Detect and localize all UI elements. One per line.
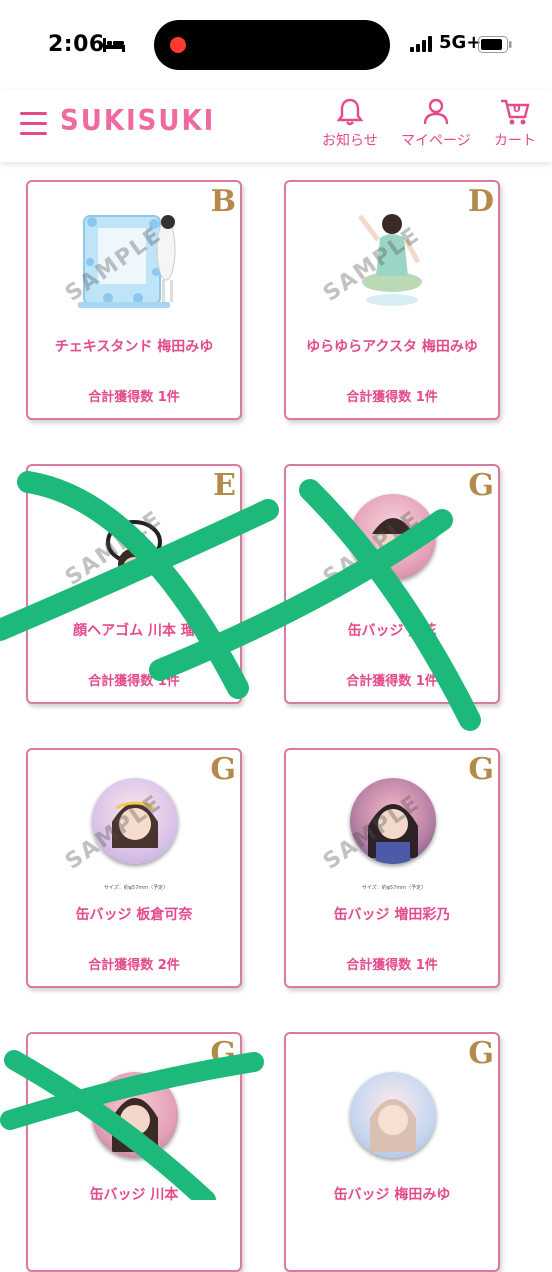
notifications-button[interactable]: お知らせ — [322, 98, 378, 150]
product-name: チェキスタンド 梅田みゆ — [54, 339, 214, 355]
product-name: ゆらゆらアクスタ 梅田みゆ — [306, 339, 478, 355]
logo[interactable]: SUKISUKI — [60, 105, 215, 138]
recording-indicator-icon — [170, 37, 186, 53]
sleep-icon — [103, 38, 125, 52]
product-name: 顔ヘアゴム 川本 瑠 — [73, 623, 195, 639]
product-card[interactable]: B SAMPLE チェキスタンド 梅田みゆ 合計獲得数 1件 — [26, 180, 242, 420]
clock: 2:06 — [48, 32, 105, 57]
battery-icon — [478, 36, 512, 53]
cart-label: カート — [494, 133, 536, 149]
grade-label: G — [468, 468, 494, 503]
mypage-button[interactable]: マイページ — [401, 98, 471, 150]
notifications-label: お知らせ — [322, 133, 378, 149]
product-card[interactable]: D SAMPLE ゆらゆらアクスタ 梅田みゆ 合計獲得数 1件 — [284, 180, 500, 420]
network-type: 5G+ — [439, 32, 482, 53]
grade-label: G — [468, 1036, 494, 1071]
product-name: 缶バッジ 増田彩乃 — [333, 907, 451, 923]
acquired-count: 合計獲得数 2件 — [88, 958, 180, 973]
product-card[interactable]: G SAMPLE サイズ：約φ57mm（予定） 缶バッジ 増田彩乃 合計獲得数 … — [284, 748, 500, 988]
product-card[interactable]: G 缶バッジ 川本 — [26, 1032, 242, 1272]
cart-count-badge: 0 — [513, 102, 521, 115]
grade-label: G — [468, 752, 494, 787]
acquired-count: 合計獲得数 1件 — [346, 390, 438, 405]
app-header: SUKISUKI お知らせ マイページ 0 カート — [0, 90, 552, 162]
bell-icon — [336, 98, 363, 126]
dynamic-island — [154, 20, 390, 70]
status-bar: 2:06 5G+ — [0, 0, 552, 90]
signal-icon — [410, 36, 432, 52]
acquired-count: 合計獲得数 1件 — [346, 674, 438, 689]
product-image — [336, 1054, 452, 1162]
grade-label: B — [210, 184, 236, 219]
user-icon — [423, 98, 449, 125]
product-name: 缶バッジ 愛花 — [347, 623, 437, 639]
grade-label: E — [213, 468, 236, 503]
acquired-count: 合計獲得数 1件 — [88, 674, 180, 689]
grade-label: G — [210, 752, 236, 787]
product-card[interactable]: G 缶バッジ 梅田みゆ — [284, 1032, 500, 1272]
grade-label: G — [210, 1036, 236, 1071]
mypage-label: マイページ — [401, 133, 471, 149]
size-note: サイズ：約φ57mm（予定） — [361, 885, 427, 891]
product-name: 缶バッジ 川本 — [89, 1187, 179, 1203]
product-card[interactable]: E SAMPLE 顔ヘアゴム 川本 瑠 合計獲得数 1件 — [26, 464, 242, 704]
size-note: サイズ：約φ57mm（予定） — [103, 885, 169, 891]
hamburger-menu-icon[interactable] — [20, 112, 47, 136]
product-card[interactable]: G SAMPLE 缶バッジ 愛花 合計獲得数 1件 — [284, 464, 500, 704]
acquired-count: 合計獲得数 1件 — [88, 390, 180, 405]
acquired-count: 合計獲得数 1件 — [346, 958, 438, 973]
grade-label: D — [467, 184, 494, 219]
product-image — [78, 1054, 194, 1162]
product-card[interactable]: G SAMPLE サイズ：約φ57mm（予定） 缶バッジ 板倉可奈 合計獲得数 … — [26, 748, 242, 988]
cart-button[interactable]: 0 カート — [494, 98, 536, 150]
product-name: 缶バッジ 板倉可奈 — [75, 907, 193, 923]
product-name: 缶バッジ 梅田みゆ — [333, 1187, 451, 1203]
